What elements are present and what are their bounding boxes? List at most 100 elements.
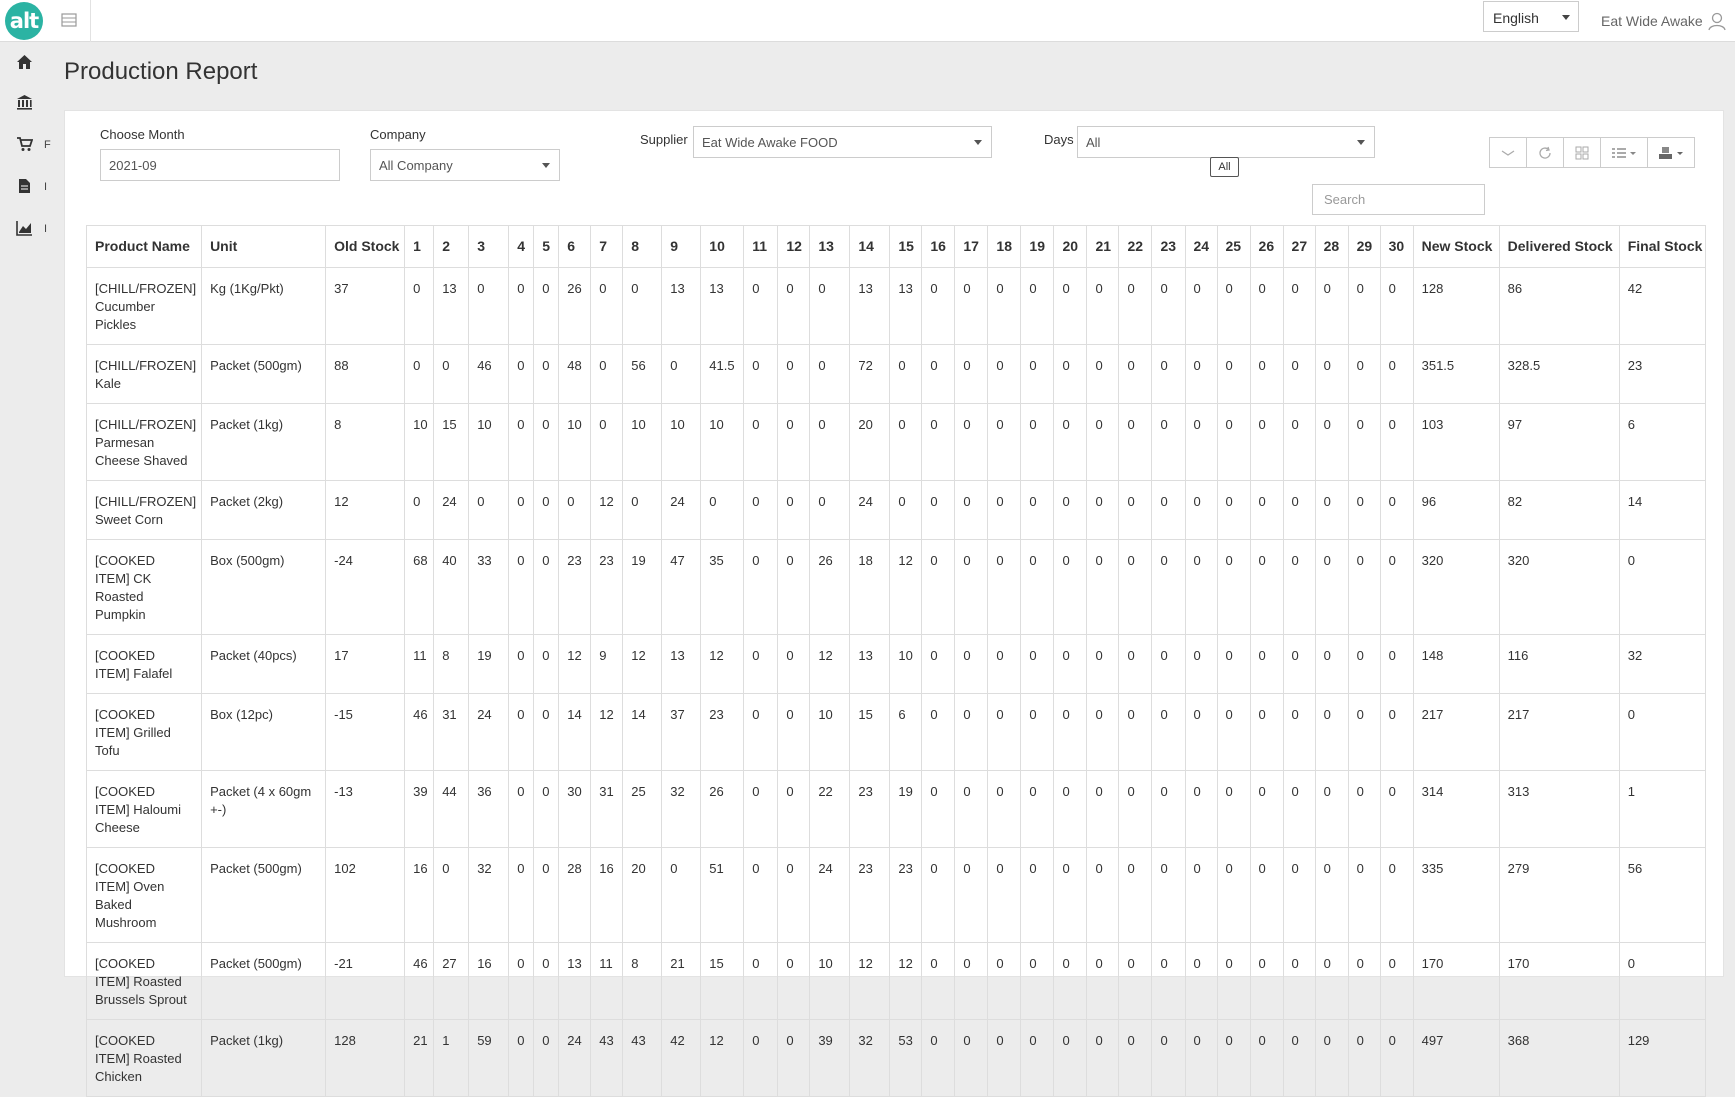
column-header[interactable]: 7 — [590, 225, 624, 268]
columns-button[interactable] — [1600, 137, 1648, 168]
table-cell: 0 — [508, 693, 535, 771]
supplier-select[interactable]: Eat Wide Awake FOOD — [693, 126, 992, 158]
table-cell: 27 — [433, 942, 470, 1020]
column-header[interactable]: 5 — [533, 225, 560, 268]
table-row: [COOKED ITEM] Grilled Tofu Box (12pc) -15 4… — [85, 693, 1707, 771]
column-header[interactable]: 28 — [1314, 225, 1349, 268]
table-cell: 14 — [558, 693, 592, 771]
table-cell: 0 — [1249, 344, 1284, 404]
table-cell: 0 — [921, 634, 956, 694]
table-cell: 0 — [1086, 942, 1120, 1020]
column-header[interactable]: 16 — [921, 225, 956, 268]
table-cell: 0 — [590, 344, 624, 404]
menu-toggle-icon[interactable] — [60, 11, 78, 29]
table-cell: 10 — [468, 403, 510, 481]
column-header[interactable]: 17 — [954, 225, 989, 268]
table-cell: 0 — [1282, 344, 1316, 404]
table-cell: 0 — [533, 1019, 560, 1097]
table-cell: 82 — [1498, 480, 1620, 540]
table-cell: 19 — [889, 770, 923, 848]
unit-cell: Packet (40pcs) — [201, 634, 327, 694]
table-cell: 0 — [987, 344, 1022, 404]
table-cell: 19 — [622, 539, 663, 635]
table-cell: 8 — [622, 942, 663, 1020]
column-header[interactable]: Delivered Stock — [1498, 225, 1620, 268]
column-header[interactable]: Unit — [201, 225, 327, 268]
sidebar-item-orders[interactable]: F — [16, 136, 51, 156]
column-header[interactable]: 30 — [1379, 225, 1414, 268]
search-input[interactable] — [1312, 184, 1485, 215]
column-header[interactable]: Old Stock — [325, 225, 406, 268]
column-header[interactable]: Product Name — [85, 225, 203, 268]
home-icon — [17, 55, 32, 69]
table-cell: 0 — [921, 267, 956, 345]
column-header[interactable]: 14 — [849, 225, 891, 268]
column-header[interactable]: 21 — [1086, 225, 1120, 268]
company-select[interactable]: All Company — [370, 149, 560, 181]
column-header[interactable]: 27 — [1282, 225, 1316, 268]
column-header[interactable]: 6 — [558, 225, 592, 268]
column-header[interactable]: 25 — [1216, 225, 1251, 268]
column-header[interactable]: 10 — [700, 225, 745, 268]
column-header[interactable]: 18 — [987, 225, 1022, 268]
table-cell: 53 — [889, 1019, 923, 1097]
grid-view-icon — [1575, 146, 1589, 159]
language-value: English — [1493, 10, 1539, 26]
table-cell: 0 — [987, 847, 1022, 943]
column-header[interactable]: 3 — [468, 225, 510, 268]
column-header[interactable]: 1 — [404, 225, 435, 268]
table-cell: 0 — [921, 770, 956, 848]
sidebar-item-label: F — [44, 139, 51, 151]
table-cell: 0 — [954, 847, 989, 943]
column-header[interactable]: New Stock — [1412, 225, 1500, 268]
table-cell: 102 — [325, 847, 406, 943]
table-cell: 497 — [1412, 1019, 1500, 1097]
column-header[interactable]: 2 — [433, 225, 470, 268]
toggle-view-button[interactable] — [1563, 137, 1601, 168]
table-cell: 0 — [1618, 539, 1707, 635]
column-header[interactable]: 19 — [1020, 225, 1055, 268]
sidebar-item-home[interactable] — [16, 54, 50, 74]
column-header[interactable]: 13 — [809, 225, 851, 268]
table-cell: 0 — [1249, 480, 1284, 540]
sidebar-item-bank[interactable] — [16, 94, 50, 114]
column-header[interactable]: 26 — [1249, 225, 1284, 268]
column-header[interactable]: 12 — [777, 225, 811, 268]
column-header[interactable]: 8 — [622, 225, 663, 268]
page-title: Production Report — [64, 58, 258, 85]
table-cell: 0 — [1053, 1019, 1088, 1097]
table-cell: 313 — [1498, 770, 1620, 848]
table-cell: 0 — [954, 403, 989, 481]
column-header[interactable]: 29 — [1347, 225, 1381, 268]
column-header[interactable]: 24 — [1184, 225, 1218, 268]
export-button[interactable] — [1647, 137, 1695, 168]
days-select[interactable]: All — [1077, 126, 1375, 158]
collapse-button[interactable] — [1489, 137, 1527, 168]
column-header[interactable]: 15 — [889, 225, 923, 268]
table-cell: 88 — [325, 344, 406, 404]
column-header[interactable]: 22 — [1118, 225, 1153, 268]
table-cell: 47 — [661, 539, 702, 635]
column-header[interactable]: 9 — [661, 225, 702, 268]
column-header[interactable]: 4 — [508, 225, 535, 268]
table-cell: 0 — [1151, 770, 1186, 848]
app-logo[interactable]: alt — [5, 2, 43, 40]
column-header[interactable]: 20 — [1053, 225, 1088, 268]
language-select[interactable]: English — [1483, 1, 1579, 32]
user-name[interactable]: Eat Wide Awake — [1601, 13, 1703, 29]
table-cell: 217 — [1412, 693, 1500, 771]
table-cell: 0 — [1282, 539, 1316, 635]
column-header[interactable]: Final Stock — [1618, 225, 1707, 268]
refresh-button[interactable] — [1526, 137, 1564, 168]
table-cell: 23 — [889, 847, 923, 943]
column-header[interactable]: 11 — [743, 225, 779, 268]
sidebar-item-reports[interactable]: I — [16, 220, 50, 240]
user-icon[interactable] — [1707, 11, 1727, 31]
column-header[interactable]: 23 — [1151, 225, 1186, 268]
month-input[interactable]: 2021-09 — [100, 149, 340, 181]
table-cell: 39 — [404, 770, 435, 848]
table-cell: 0 — [533, 942, 560, 1020]
table-row: [COOKED ITEM] Falafel Packet (40pcs) 17 11 8… — [85, 634, 1707, 694]
sidebar-item-documents[interactable]: I — [16, 178, 50, 198]
table-header-row: Product Name Unit Old Stock 1 2 3 4 5 6 7 8 9 10 11 12… — [85, 225, 1707, 268]
